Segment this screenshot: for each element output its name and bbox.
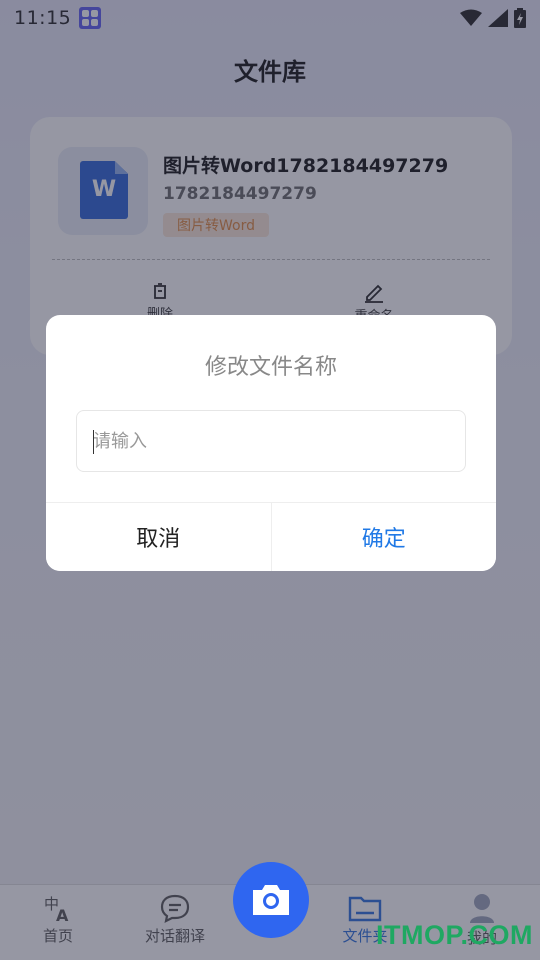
dialog-title: 修改文件名称: [204, 355, 337, 380]
dialog-footer: 取消 确定: [46, 502, 496, 571]
rename-dialog: 修改文件名称 取消 确定: [46, 315, 496, 571]
camera-button[interactable]: [233, 862, 309, 938]
watermark: ITMOP.COM: [376, 920, 534, 950]
camera-icon: [253, 885, 289, 915]
filename-input[interactable]: [76, 410, 466, 472]
cancel-button[interactable]: 取消: [46, 503, 272, 571]
text-caret: [93, 430, 94, 454]
confirm-button[interactable]: 确定: [271, 503, 496, 571]
